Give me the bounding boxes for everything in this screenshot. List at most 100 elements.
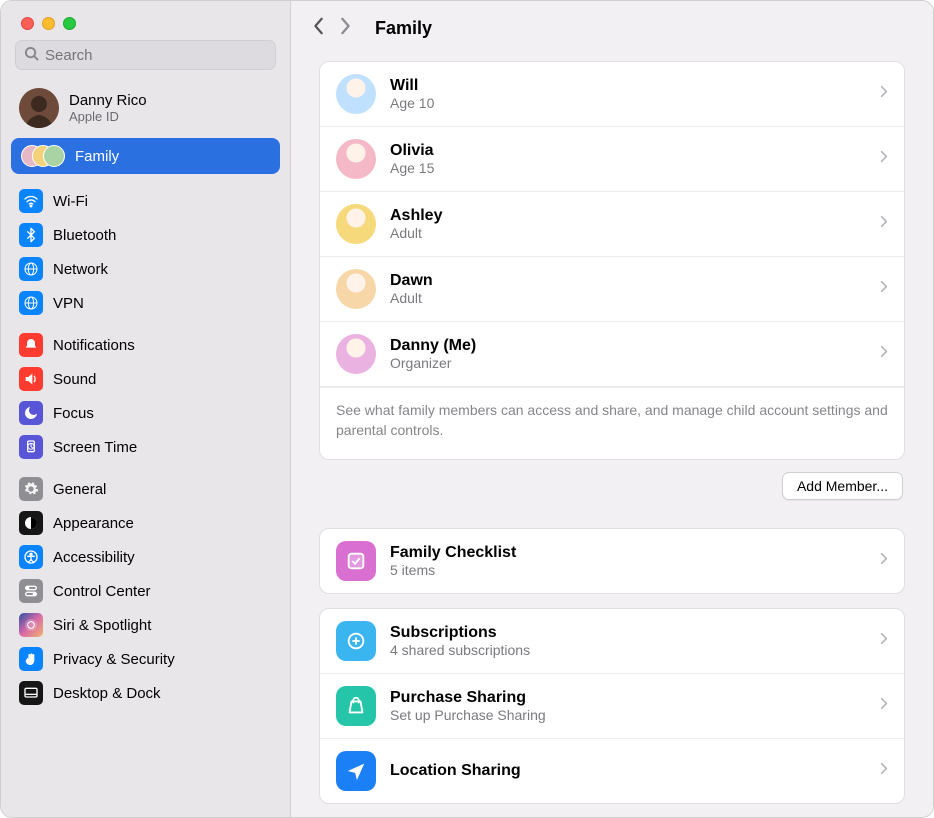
sidebar-item-vpn[interactable]: VPN (11, 286, 280, 320)
search-input[interactable] (45, 47, 267, 64)
family-checklist-card: Family Checklist 5 items (319, 528, 905, 594)
member-avatar (336, 139, 376, 179)
sidebar-item-appearance[interactable]: Appearance (11, 506, 280, 540)
accessibility-icon (19, 545, 43, 569)
sidebar-item-control-center[interactable]: Control Center (11, 574, 280, 608)
purchase-icon (336, 686, 376, 726)
family-member-row[interactable]: WillAge 10 (320, 62, 904, 127)
sidebar-item-label: Family (75, 148, 119, 165)
member-avatar (336, 269, 376, 309)
family-member-row[interactable]: AshleyAdult (320, 192, 904, 257)
search-field[interactable] (15, 40, 276, 70)
profile-avatar (19, 88, 59, 128)
zoom-window-button[interactable] (63, 17, 76, 30)
sidebar-item-sound[interactable]: Sound (11, 362, 280, 396)
chevron-right-icon (880, 552, 888, 570)
siri-icon (19, 613, 43, 637)
sidebar-item-general[interactable]: General (11, 472, 280, 506)
sidebar-item-family[interactable]: Family (11, 138, 280, 174)
hand-icon (19, 647, 43, 671)
profile-text: Danny Rico Apple ID (69, 92, 147, 124)
sidebar-item-apple-id[interactable]: Danny Rico Apple ID (11, 80, 280, 136)
chevron-right-icon (880, 280, 888, 298)
feature-sub: Set up Purchase Sharing (390, 707, 866, 723)
member-name: Olivia (390, 142, 866, 160)
checklist-icon (336, 541, 376, 581)
sidebar-item-siri-spotlight[interactable]: Siri & Spotlight (11, 608, 280, 642)
sidebar-item-network[interactable]: Network (11, 252, 280, 286)
member-sub: Adult (390, 225, 866, 241)
member-name: Dawn (390, 272, 866, 290)
member-sub: Age 10 (390, 95, 866, 111)
switches-icon (19, 579, 43, 603)
family-member-row[interactable]: OliviaAge 15 (320, 127, 904, 192)
chevron-right-icon (880, 632, 888, 650)
sidebar-item-desktop-dock[interactable]: Desktop & Dock (11, 676, 280, 710)
chevron-right-icon (880, 85, 888, 103)
bluetooth-icon (19, 223, 43, 247)
back-button[interactable] (313, 17, 325, 40)
screentime-icon (19, 435, 43, 459)
sidebar-item-label: Privacy & Security (53, 651, 175, 668)
sidebar-item-wi-fi[interactable]: Wi-Fi (11, 184, 280, 218)
family-members-card: WillAge 10OliviaAge 15AshleyAdultDawnAdu… (319, 61, 905, 460)
forward-button[interactable] (339, 17, 351, 40)
feature-title: Location Sharing (390, 762, 866, 780)
sidebar-item-focus[interactable]: Focus (11, 396, 280, 430)
sidebar-item-label: Screen Time (53, 439, 137, 456)
sidebar-item-accessibility[interactable]: Accessibility (11, 540, 280, 574)
sidebar-item-privacy-security[interactable]: Privacy & Security (11, 642, 280, 676)
network-icon (19, 257, 43, 281)
sidebar-item-label: General (53, 481, 106, 498)
member-name: Will (390, 77, 866, 95)
close-window-button[interactable] (21, 17, 34, 30)
chevron-right-icon (880, 345, 888, 363)
sidebar-item-label: Accessibility (53, 549, 135, 566)
chevron-right-icon (880, 215, 888, 233)
checklist-sub: 5 items (390, 562, 866, 578)
feature-title: Subscriptions (390, 624, 866, 642)
feature-row-purchase-sharing[interactable]: Purchase SharingSet up Purchase Sharing (320, 674, 904, 739)
sidebar-item-screen-time[interactable]: Screen Time (11, 430, 280, 464)
family-member-row[interactable]: Danny (Me)Organizer (320, 322, 904, 387)
chevron-right-icon (880, 150, 888, 168)
sidebar-item-label: Bluetooth (53, 227, 116, 244)
member-name: Ashley (390, 207, 866, 225)
window-controls (1, 1, 290, 40)
profile-sub: Apple ID (69, 109, 147, 124)
member-sub: Adult (390, 290, 866, 306)
member-sub: Age 15 (390, 160, 866, 176)
wifi-icon (19, 189, 43, 213)
sidebar-item-notifications[interactable]: Notifications (11, 328, 280, 362)
checklist-title: Family Checklist (390, 544, 866, 562)
family-avatars-icon (21, 144, 65, 168)
sidebar-item-label: Notifications (53, 337, 135, 354)
sidebar-item-label: Sound (53, 371, 96, 388)
dock-icon (19, 681, 43, 705)
location-icon (336, 751, 376, 791)
feature-sub: 4 shared subscriptions (390, 642, 866, 658)
bell-icon (19, 333, 43, 357)
settings-window: Danny Rico Apple ID Family Wi-Fi Bluetoot… (0, 0, 934, 818)
vpn-icon (19, 291, 43, 315)
sidebar-item-label: Wi-Fi (53, 193, 88, 210)
member-name: Danny (Me) (390, 337, 866, 355)
feature-row-location-sharing[interactable]: Location Sharing (320, 739, 904, 803)
feature-title: Purchase Sharing (390, 689, 866, 707)
add-member-button[interactable]: Add Member... (782, 472, 903, 500)
sidebar-item-label: Appearance (53, 515, 134, 532)
toolbar: Family (291, 1, 933, 55)
sidebar-item-label: Desktop & Dock (53, 685, 161, 702)
chevron-right-icon (880, 697, 888, 715)
minimize-window-button[interactable] (42, 17, 55, 30)
subscriptions-icon (336, 621, 376, 661)
member-sub: Organizer (390, 355, 866, 371)
family-member-row[interactable]: DawnAdult (320, 257, 904, 322)
family-checklist-row[interactable]: Family Checklist 5 items (320, 529, 904, 593)
sidebar-item-label: VPN (53, 295, 84, 312)
member-avatar (336, 74, 376, 114)
sidebar-item-bluetooth[interactable]: Bluetooth (11, 218, 280, 252)
sidebar-item-label: Control Center (53, 583, 151, 600)
feature-row-subscriptions[interactable]: Subscriptions4 shared subscriptions (320, 609, 904, 674)
family-features-card: Subscriptions4 shared subscriptionsPurch… (319, 608, 905, 804)
